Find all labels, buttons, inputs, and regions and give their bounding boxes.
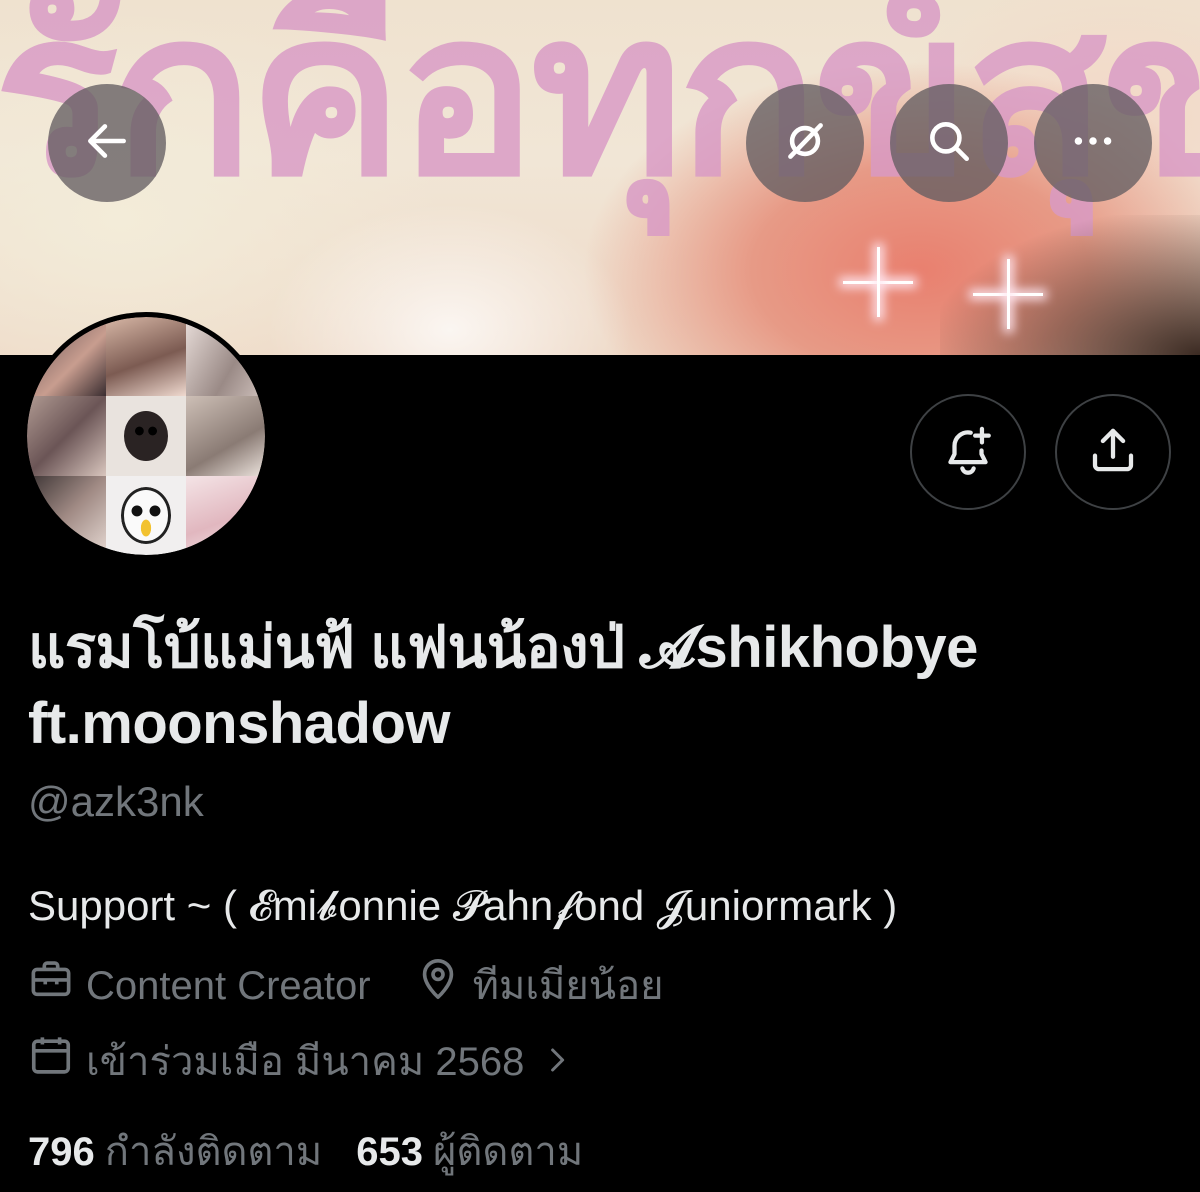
notifications-button[interactable] — [910, 394, 1026, 510]
followers-link[interactable]: 653 ผู้ติดตาม — [356, 1126, 583, 1178]
location-pin-icon — [415, 956, 473, 1015]
avatar[interactable] — [22, 312, 270, 560]
category-item: Content Creator — [28, 956, 371, 1015]
bell-plus-icon — [941, 423, 995, 481]
sparkle-decoration — [843, 247, 913, 317]
category-label: Content Creator — [86, 963, 371, 1008]
profile-banner[interactable]: รักคือทุกข์สุขคือเก — [0, 0, 1200, 355]
search-button[interactable] — [890, 84, 1008, 202]
more-options-button[interactable] — [1034, 84, 1152, 202]
grok-button[interactable] — [746, 84, 864, 202]
display-name: แรมโบ้แม่นฟ้ แฟนน้องป่ 𝓐shikhobye ft.moo… — [28, 615, 978, 756]
followers-count: 653 — [356, 1130, 423, 1174]
share-icon — [1086, 423, 1140, 481]
chevron-right-icon — [542, 1036, 572, 1088]
back-button[interactable] — [48, 84, 166, 202]
search-icon — [924, 116, 974, 170]
following-label: กำลังติดตาม — [104, 1130, 323, 1174]
profile-meta-row: Content Creator ทีมเมียน้อย — [28, 956, 664, 1015]
avatar-image — [27, 317, 265, 555]
calendar-icon — [28, 1032, 86, 1091]
briefcase-icon — [28, 956, 86, 1015]
arrow-left-icon — [82, 116, 132, 170]
joined-date: เข้าร่วมเมือ มีนาคม 2568 — [86, 1039, 525, 1084]
location-item: ทีมเมียน้อย — [415, 956, 664, 1015]
follow-stats: 796 กำลังติดตาม 653 ผู้ติดตาม — [28, 1126, 583, 1178]
following-link[interactable]: 796 กำลังติดตาม — [28, 1126, 322, 1178]
more-horizontal-icon — [1068, 116, 1118, 170]
followers-label: ผู้ติดตาม — [432, 1130, 584, 1174]
user-handle: @azk3nk — [28, 778, 204, 825]
location-label: ทีมเมียน้อย — [472, 963, 664, 1008]
banner-text: รักคือทุกข์สุขคือเก — [0, 0, 1200, 227]
following-count: 796 — [28, 1130, 95, 1174]
bio-text: Support ~ ( 𝓔mi𝓫onnie 𝓟ahn𝓯ond 𝓙uniormar… — [28, 882, 898, 929]
sparkle-decoration — [973, 259, 1043, 329]
grok-icon — [780, 116, 830, 170]
share-button[interactable] — [1055, 394, 1171, 510]
joined-row[interactable]: เข้าร่วมเมือ มีนาคม 2568 — [28, 1032, 572, 1091]
